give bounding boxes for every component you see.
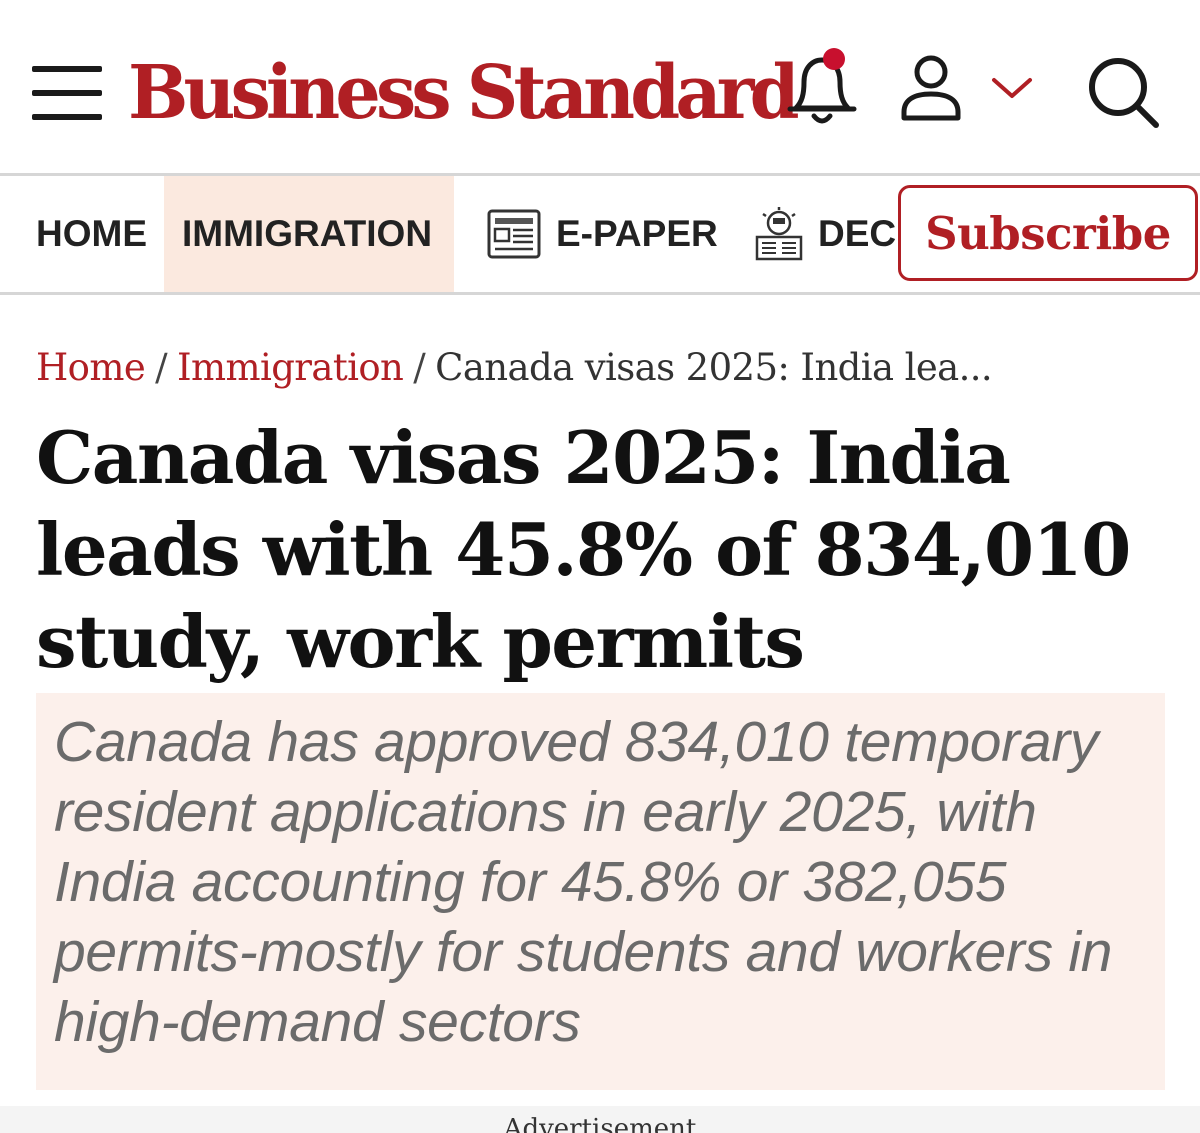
search-icon[interactable] — [1084, 54, 1162, 132]
breadcrumb-current: Canada visas 2025: India lea... — [435, 346, 993, 389]
nav-item-home[interactable]: HOME — [36, 176, 147, 292]
breadcrumb-separator: / — [155, 346, 167, 389]
article-headline: Canada visas 2025: India leads with 45.8… — [36, 415, 1131, 684]
article-summary-box: Canada has approved 834,010 temporary re… — [36, 693, 1165, 1090]
notification-dot — [823, 48, 845, 70]
subscribe-button[interactable]: Subscribe — [898, 185, 1198, 281]
article-summary: Canada has approved 834,010 temporary re… — [54, 710, 1113, 1054]
site-header: Business Standard — [0, 0, 1200, 176]
nav-item-dec[interactable]: DEC — [754, 176, 896, 292]
nav-item-label: HOME — [36, 213, 147, 254]
advertisement-label: Advertisement — [503, 1114, 697, 1133]
nav-item-label: IMMIGRATION — [182, 213, 433, 254]
chevron-down-icon[interactable] — [990, 74, 1034, 102]
breadcrumb-immigration-link[interactable]: Immigration — [177, 346, 404, 389]
hamburger-menu-icon[interactable] — [32, 66, 102, 120]
lightbulb-icon — [755, 207, 803, 261]
breadcrumb-separator: / — [413, 346, 426, 389]
newspaper-icon — [487, 209, 541, 259]
nav-item-label: DEC — [818, 213, 897, 254]
site-logo[interactable]: Business Standard — [128, 48, 800, 138]
advertisement-strip: Advertisement — [0, 1106, 1200, 1133]
breadcrumb: Home / Immigration / Canada visas 2025: Indi… — [36, 340, 993, 396]
nav-item-immigration[interactable]: IMMIGRATION — [164, 176, 454, 292]
nav-item-epaper[interactable]: E-PAPER — [486, 176, 718, 292]
bell-icon[interactable] — [784, 46, 860, 130]
user-icon[interactable] — [898, 54, 964, 124]
breadcrumb-home-link[interactable]: Home — [36, 346, 146, 389]
nav-item-label: E-PAPER — [556, 213, 718, 254]
